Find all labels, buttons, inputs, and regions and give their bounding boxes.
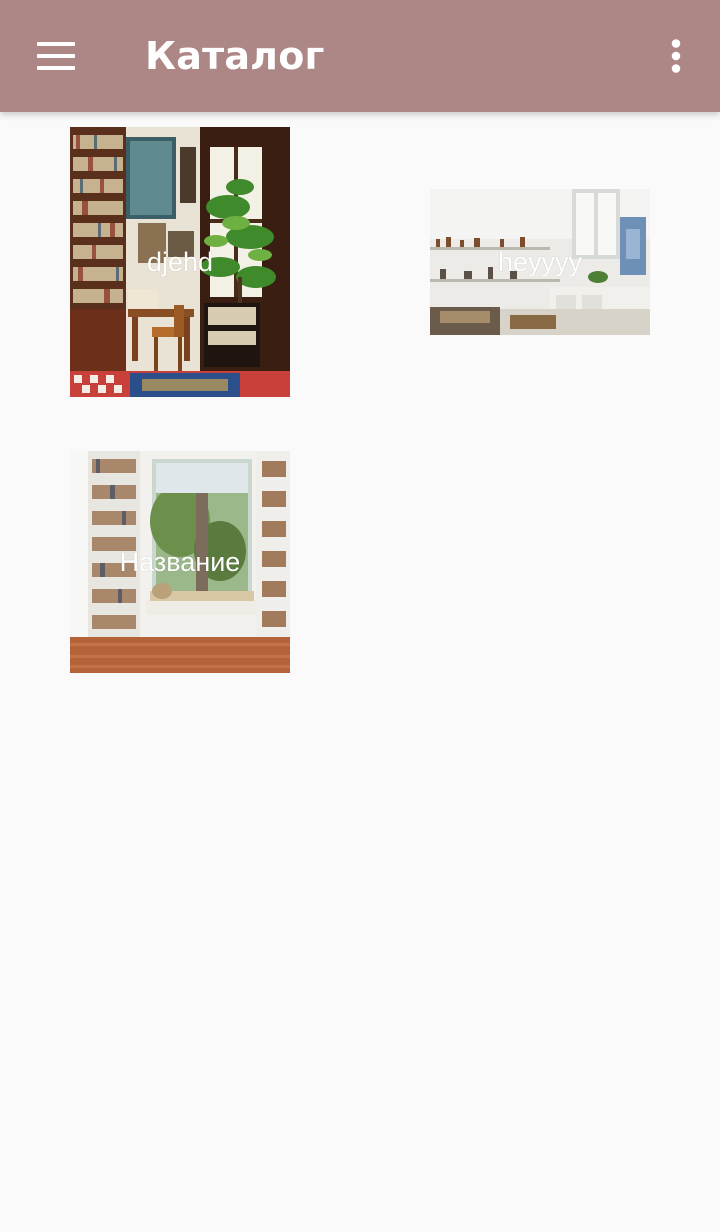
catalog-item-title: heyyyy bbox=[497, 247, 583, 277]
catalog-item-title: djehd bbox=[146, 247, 214, 277]
app-bar: Каталог bbox=[0, 0, 720, 112]
more-vertical-icon bbox=[671, 39, 681, 73]
overflow-menu-button[interactable] bbox=[646, 24, 706, 88]
catalog-item[interactable]: djehd bbox=[70, 127, 290, 397]
catalog-grid: djehd heyyyy Название bbox=[0, 112, 720, 1232]
catalog-item-title: Название bbox=[119, 547, 241, 577]
menu-button[interactable] bbox=[24, 24, 88, 88]
hamburger-menu-icon bbox=[37, 42, 75, 70]
page-title: Каталог bbox=[145, 34, 325, 78]
catalog-item[interactable]: Название bbox=[70, 451, 290, 673]
catalog-item[interactable]: heyyyy bbox=[430, 189, 650, 335]
